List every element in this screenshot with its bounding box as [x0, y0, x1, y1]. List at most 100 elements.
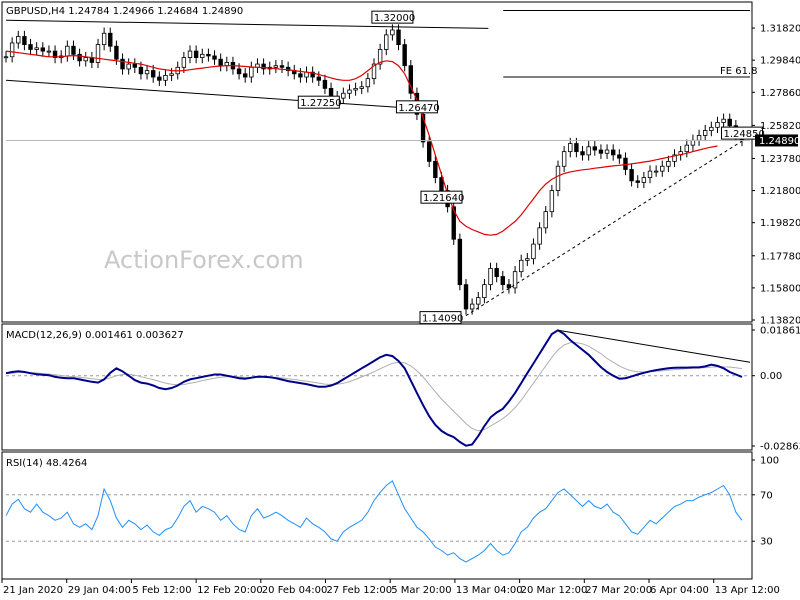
- candle-body: [169, 73, 174, 76]
- candle-body: [132, 63, 137, 68]
- candle-body: [580, 151, 585, 156]
- x-tick-label: 6 Apr 04:00: [650, 585, 709, 596]
- x-tick-label: 12 Feb 20:00: [197, 585, 263, 596]
- candle-body: [390, 29, 395, 36]
- candle-body: [727, 118, 732, 127]
- candle-body: [586, 146, 591, 156]
- price-tick-label: 1.31820: [760, 24, 800, 35]
- watermark: ActionForex.com: [104, 246, 304, 274]
- candle-body: [150, 70, 156, 78]
- macd-tick-label: 0.00: [760, 371, 782, 382]
- candle-body: [592, 146, 597, 151]
- candle-body: [384, 34, 389, 50]
- candle-body: [273, 65, 279, 68]
- candle-body: [163, 75, 168, 81]
- x-tick-label: 13 Apr 12:00: [715, 585, 780, 596]
- candle-body: [635, 180, 640, 183]
- last-price-label: 1.24890: [759, 136, 800, 147]
- price-annotation-label: 1.27250: [300, 98, 341, 109]
- candle-body: [212, 55, 217, 60]
- x-tick-label: 29 Jan 04:00: [68, 585, 131, 596]
- candle-body: [568, 143, 573, 153]
- candle-body: [108, 32, 113, 47]
- candle-body: [574, 143, 579, 153]
- macd-title: MACD(12,26,9) 0.001461 0.003627: [6, 330, 184, 341]
- candle-body: [666, 160, 671, 167]
- candle-body: [488, 268, 493, 286]
- candle-body: [561, 151, 567, 167]
- candle-body: [531, 243, 536, 260]
- price-tick-label: 1.15800: [760, 283, 800, 294]
- candle-body: [482, 284, 487, 299]
- candle-body: [83, 57, 88, 62]
- candle-body: [40, 47, 45, 52]
- candle-body: [328, 87, 334, 97]
- x-tick-label: 5 Feb 12:00: [132, 585, 191, 596]
- macd-tick-label: 0.018615: [760, 326, 800, 337]
- price-tick-label: 1.27860: [760, 88, 800, 99]
- candle-body: [426, 141, 432, 162]
- rsi-title: RSI(14) 48.4264: [6, 458, 87, 469]
- candle-body: [187, 50, 193, 58]
- candle-body: [46, 50, 52, 53]
- background: [0, 0, 800, 600]
- price-title: GBPUSD,H4 1.24784 1.24966 1.24684 1.2489…: [6, 6, 243, 17]
- candle-body: [365, 78, 371, 88]
- x-tick-label: 21 Jan 2020: [3, 585, 63, 596]
- chart-stage: GBPUSD,H4 1.24784 1.24966 1.24684 1.2489…: [0, 0, 800, 600]
- candle-body: [218, 58, 223, 67]
- candle-body: [114, 45, 119, 60]
- x-tick-label: 27 Feb 12:00: [327, 585, 393, 596]
- candle-body: [322, 79, 328, 89]
- candle-body: [77, 53, 82, 62]
- candle-body: [206, 53, 211, 57]
- candle-body: [623, 157, 628, 170]
- candle-body: [469, 303, 475, 310]
- candle-body: [690, 139, 696, 146]
- candle-body: [457, 238, 463, 286]
- price-tick-label: 1.23780: [760, 154, 800, 165]
- candle-body: [359, 86, 364, 89]
- rsi-tick-label: 100: [760, 456, 779, 467]
- price-tick-label: 1.21800: [760, 186, 800, 197]
- candle-body: [65, 45, 70, 57]
- candle-body: [641, 177, 647, 183]
- candle-body: [353, 87, 358, 91]
- candle-body: [396, 29, 401, 46]
- rsi-tick-label: 70: [760, 490, 773, 501]
- candle-body: [555, 165, 561, 191]
- price-tick-label: 1.17780: [760, 251, 800, 262]
- candle-body: [9, 42, 15, 58]
- price-tick-label: 1.29840: [760, 56, 800, 67]
- candle-body: [506, 284, 512, 289]
- x-tick-label: 5 Mar 20:00: [391, 585, 451, 596]
- price-annotation-label: 1.21640: [423, 193, 464, 204]
- candle-body: [236, 68, 242, 75]
- candle-body: [703, 130, 708, 136]
- candle-body: [549, 190, 555, 213]
- candle-body: [715, 122, 720, 128]
- candle-body: [611, 149, 616, 156]
- candle-body: [721, 118, 726, 123]
- x-tick-label: 13 Mar 04:00: [456, 585, 523, 596]
- x-tick-label: 27 Mar 20:00: [585, 585, 652, 596]
- candle-body: [617, 154, 622, 159]
- candle-body: [347, 89, 352, 94]
- candle-body: [463, 284, 469, 310]
- fe-label: FE 61.8: [720, 66, 758, 77]
- x-tick-label: 20 Feb 04:00: [262, 585, 328, 596]
- candle-body: [500, 276, 505, 286]
- candle-body: [144, 70, 150, 75]
- candle-body: [34, 47, 39, 50]
- candle-body: [95, 44, 101, 63]
- rsi-tick-label: 30: [760, 537, 773, 548]
- candle-body: [181, 57, 187, 68]
- candle-body: [200, 53, 205, 58]
- candle-body: [629, 169, 634, 182]
- candle-body: [126, 63, 131, 70]
- candle-body: [157, 76, 162, 81]
- candle-body: [537, 227, 542, 245]
- candle-body: [598, 149, 604, 154]
- candle-body: [341, 92, 346, 99]
- candle-body: [476, 297, 481, 305]
